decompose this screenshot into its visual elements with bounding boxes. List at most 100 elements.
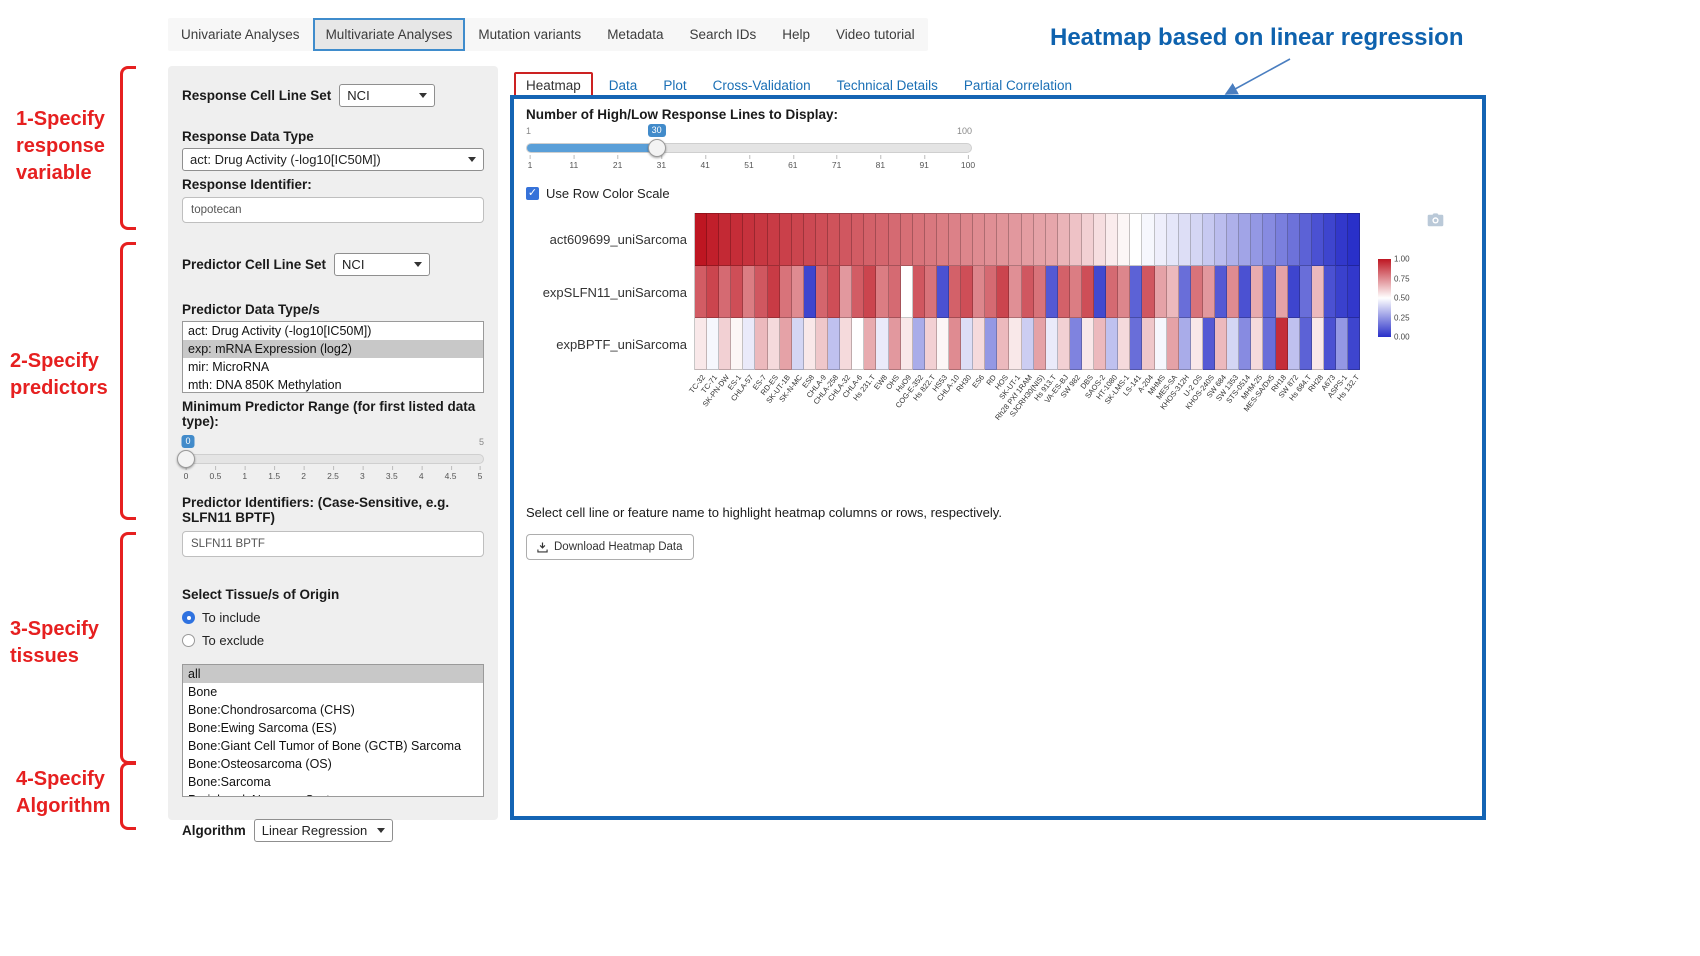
heatmap-cell[interactable] [768, 213, 780, 266]
predictor-data-type-option[interactable]: act: Drug Activity (-log10[IC50M]) [183, 322, 483, 340]
heatmap-cell[interactable] [1203, 318, 1215, 370]
tissue-option[interactable]: Bone:Osteosarcoma (OS) [183, 755, 483, 773]
heatmap-cell[interactable] [1300, 213, 1312, 266]
heatmap-cell[interactable] [949, 318, 961, 370]
heatmap-cell[interactable] [937, 318, 949, 370]
heatmap-cell[interactable] [901, 213, 913, 266]
heatmap-cell[interactable] [1070, 266, 1082, 318]
heatmap-cell[interactable] [985, 318, 997, 370]
heatmap-cell[interactable] [876, 213, 888, 266]
heatmap-cell[interactable] [1312, 213, 1324, 266]
predictor-data-type-option[interactable]: mth: DNA 850K Methylation [183, 376, 483, 393]
heatmap-cell[interactable] [1118, 213, 1130, 266]
heatmap-cell[interactable] [1227, 318, 1239, 370]
heatmap-cell[interactable] [1155, 213, 1167, 266]
heatmap-cell[interactable] [1215, 318, 1227, 370]
heatmap-cell[interactable] [707, 213, 719, 266]
heatmap-cell[interactable] [1324, 318, 1336, 370]
heatmap-cell[interactable] [1142, 213, 1154, 266]
heatmap-cell[interactable] [1239, 213, 1251, 266]
heatmap-cell[interactable] [743, 266, 755, 318]
heatmap-cell[interactable] [1263, 213, 1275, 266]
heatmap-cell[interactable] [1288, 266, 1300, 318]
heatmap-cell[interactable] [1336, 318, 1348, 370]
heatmap-cell[interactable] [876, 318, 888, 370]
heatmap-cell[interactable] [1203, 266, 1215, 318]
heatmap-cell[interactable] [1179, 266, 1191, 318]
slider-handle[interactable] [177, 450, 195, 468]
heatmap-cell[interactable] [804, 318, 816, 370]
heatmap-cell[interactable] [755, 213, 767, 266]
heatmap-cell[interactable] [707, 318, 719, 370]
heatmap-cell[interactable] [1082, 213, 1094, 266]
response-cell-line-set-select[interactable]: NCI [339, 84, 435, 107]
heatmap-cell[interactable] [1263, 266, 1275, 318]
heatmap-cell[interactable] [1276, 266, 1288, 318]
heatmap-row-label[interactable]: expSLFN11_uniSarcoma [526, 266, 694, 318]
heatmap-cell[interactable] [695, 266, 707, 318]
heatmap-cell[interactable] [1034, 213, 1046, 266]
heatmap-cell[interactable] [840, 213, 852, 266]
heatmap-cell[interactable] [1155, 318, 1167, 370]
heatmap-cell[interactable] [1324, 213, 1336, 266]
nav-item-metadata[interactable]: Metadata [594, 18, 676, 51]
heatmap-cell[interactable] [755, 266, 767, 318]
heatmap-cell[interactable] [925, 318, 937, 370]
heatmap-cell[interactable] [901, 318, 913, 370]
heatmap-cell[interactable] [864, 318, 876, 370]
heatmap-cell[interactable] [780, 213, 792, 266]
heatmap-cell[interactable] [719, 213, 731, 266]
heatmap-cell[interactable] [1142, 318, 1154, 370]
heatmap-cell[interactable] [1082, 318, 1094, 370]
heatmap-cell[interactable] [1167, 213, 1179, 266]
heatmap-cell[interactable] [1312, 318, 1324, 370]
tab-cross-validation[interactable]: Cross-Validation [703, 74, 821, 97]
heatmap-cell[interactable] [792, 318, 804, 370]
tissue-exclude-radio[interactable]: To exclude [182, 633, 484, 648]
heatmap-cell[interactable] [1191, 318, 1203, 370]
heatmap-cell[interactable] [1239, 318, 1251, 370]
heatmap-cell[interactable] [1094, 213, 1106, 266]
heatmap-cell[interactable] [889, 266, 901, 318]
heatmap-cell[interactable] [840, 266, 852, 318]
heatmap-cell[interactable] [1251, 266, 1263, 318]
heatmap-cell[interactable] [925, 266, 937, 318]
heatmap-cell[interactable] [913, 213, 925, 266]
heatmap-cell[interactable] [1094, 266, 1106, 318]
heatmap-cell[interactable] [707, 266, 719, 318]
heatmap-cell[interactable] [864, 266, 876, 318]
heatmap-cell[interactable] [816, 266, 828, 318]
heatmap-cell[interactable] [876, 266, 888, 318]
heatmap-cell[interactable] [985, 213, 997, 266]
row-color-scale-checkbox[interactable] [526, 187, 539, 200]
heatmap-cell[interactable] [1118, 266, 1130, 318]
heatmap-cell[interactable] [780, 318, 792, 370]
nav-item-help[interactable]: Help [769, 18, 823, 51]
heatmap-cell[interactable] [828, 266, 840, 318]
response-identifier-input[interactable] [182, 197, 484, 223]
heatmap-cell[interactable] [816, 213, 828, 266]
heatmap-cell[interactable] [901, 266, 913, 318]
heatmap-cell[interactable] [816, 318, 828, 370]
tissue-option[interactable]: Bone:Giant Cell Tumor of Bone (GCTB) Sar… [183, 737, 483, 755]
heatmap-cell[interactable] [804, 266, 816, 318]
predictor-identifiers-input[interactable] [182, 531, 484, 557]
heatmap-cell[interactable] [731, 318, 743, 370]
slider-track[interactable] [182, 454, 484, 464]
heatmap-cell[interactable] [719, 318, 731, 370]
nav-item-search-ids[interactable]: Search IDs [676, 18, 769, 51]
tissue-include-radio[interactable]: To include [182, 610, 484, 625]
download-heatmap-data-button[interactable]: Download Heatmap Data [526, 534, 694, 560]
heatmap-cell[interactable] [1046, 318, 1058, 370]
heatmap-cell[interactable] [1167, 266, 1179, 318]
heatmap-cell[interactable] [792, 266, 804, 318]
predictor-data-type-option[interactable]: exp: mRNA Expression (log2) [183, 340, 483, 358]
tab-plot[interactable]: Plot [653, 74, 696, 97]
heatmap-cell[interactable] [1046, 266, 1058, 318]
slider-track[interactable] [526, 143, 972, 153]
slider-handle[interactable] [648, 139, 666, 157]
heatmap-cell[interactable] [997, 266, 1009, 318]
heatmap-cell[interactable] [889, 318, 901, 370]
heatmap-cell[interactable] [1106, 266, 1118, 318]
heatmap-cell[interactable] [1118, 318, 1130, 370]
